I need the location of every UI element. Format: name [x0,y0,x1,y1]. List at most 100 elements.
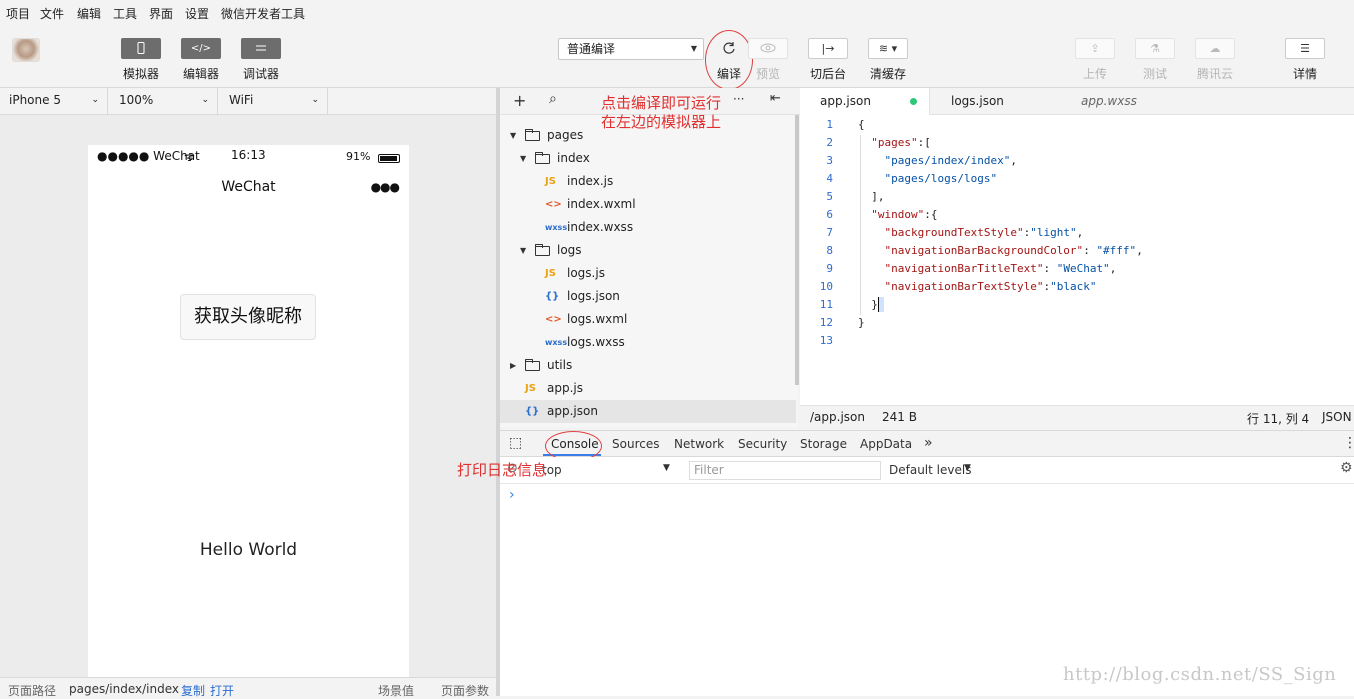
line-number: 10 [819,280,833,293]
tree-item-label: logs [557,243,582,257]
tree-item-label: utils [547,358,573,372]
page-params-button[interactable]: 页面参数 [441,682,489,699]
zoom-select[interactable]: 100% ⌄ [110,88,218,114]
sliders-icon [256,45,266,51]
debugger-toggle-button[interactable] [241,38,281,59]
folder-icon [535,152,550,164]
menu-file[interactable]: 文件 [40,5,64,22]
open-link[interactable]: 打开 [210,682,234,699]
test-button[interactable]: ⚗ [1135,38,1175,59]
network-select[interactable]: WiFi ⌄ [220,88,328,114]
tab-network[interactable]: Network [674,437,724,451]
switch-background-icon: |→ [821,42,835,55]
background-button[interactable]: |→ [808,38,848,59]
copy-link[interactable]: 复制 [181,682,205,699]
tree-item[interactable]: wxss index.wxss [500,216,796,239]
tab-app-wxss[interactable]: app.wxss [1061,88,1191,115]
upload-label: 上传 [1082,67,1107,81]
more-dots-icon[interactable]: ●●● [371,180,400,194]
simulator-toggle-button[interactable] [121,38,161,59]
console-prompt[interactable]: › [509,487,515,503]
line-number: 6 [826,208,833,221]
tree-item-label: logs.wxss [567,335,625,349]
menubar: 项目 文件 编辑 工具 界面 设置 微信开发者工具 [0,0,1354,25]
menu-project[interactable]: 项目 [6,5,30,22]
tree-item[interactable]: <> logs.wxml [500,308,796,331]
expand-arrow-icon[interactable]: ▼ [510,124,516,147]
console-filter-bar: ⊘ top ▼ Filter Default levels ▼ ⚙ [500,457,1354,484]
expand-arrow-icon[interactable]: ▼ [520,239,526,262]
tab-label: app.wxss [1081,94,1137,108]
collapse-panel-icon[interactable]: ⇤ [770,91,781,106]
tab-appdata[interactable]: AppData [860,437,912,451]
code-line: { [858,118,865,131]
search-icon[interactable]: ⌕ [549,91,557,107]
status-cursor[interactable]: 行 11, 列 4 [1247,410,1309,427]
code-line: "navigationBarTextStyle":"black" [884,280,1097,293]
tree-item[interactable]: ▼ index [500,147,796,170]
line-number: 8 [826,244,833,257]
compile-mode-select[interactable]: 普通编译 ▼ [558,38,704,60]
wxml-file-icon: <> [545,199,562,210]
collapse-arrow-icon[interactable]: ▶ [510,354,516,377]
tab-storage[interactable]: Storage [800,437,847,451]
menu-view[interactable]: 界面 [149,5,173,22]
menu-settings[interactable]: 设置 [185,5,209,22]
wxss-file-icon: wxss [545,338,568,347]
debugger-label: 调试器 [242,67,279,81]
get-userinfo-button[interactable]: 获取头像昵称 [180,294,316,340]
menu-edit[interactable]: 编辑 [77,5,101,22]
tree-item[interactable]: {} app.json [500,400,796,423]
user-avatar[interactable] [12,38,40,62]
menu-devtools[interactable]: 微信开发者工具 [221,5,305,22]
console-filter-input[interactable]: Filter [689,461,881,480]
file-tree: ▼ pages ▼ index JS index.js <> index.wxml wxss in… [500,115,798,427]
tree-item-label: logs.json [567,289,620,303]
line-number: 1 [826,118,833,131]
device-value: iPhone 5 [9,93,61,107]
preview-button[interactable] [748,38,788,59]
status-language[interactable]: JSON [1322,410,1352,424]
inspect-element-icon[interactable]: ⬚ [509,435,522,451]
details-button[interactable]: ☰ [1285,38,1325,59]
tab-logs-json[interactable]: logs.json [931,88,1061,115]
nav-title: WeChat [221,179,276,195]
file-tree-scrollbar[interactable] [795,115,799,385]
code-line: "window":{ [871,208,938,221]
toolbar: 模拟器 </> 编辑器 调试器 普通编译 ▼ 编译 预览 |→ 切后台 ≋ ▾ … [0,25,1354,90]
tab-app-json[interactable]: app.json [800,88,930,115]
tree-item-label: pages [547,128,584,142]
more-tabs-icon[interactable]: » [924,435,933,451]
tab-sources[interactable]: Sources [612,437,659,451]
more-icon[interactable]: ··· [733,92,744,106]
code-editor[interactable]: 1 {2 "pages":[3 "pages/index/index", 4 "pa… [800,115,1354,405]
line-number: 3 [826,154,833,167]
status-bar: ●●●●● WeChat ᯤ 16:13 91% [88,145,409,167]
kebab-menu-icon[interactable]: ⋮ [1343,435,1354,451]
line-number: 9 [826,262,833,275]
tree-item[interactable]: <> index.wxml [500,193,796,216]
line-number: 11 [819,298,833,311]
tree-item[interactable]: {} logs.json [500,285,796,308]
tree-item[interactable]: JS logs.js [500,262,796,285]
tree-item[interactable]: ▼ logs [500,239,796,262]
tree-item[interactable]: ▶ utils [500,354,796,377]
expand-arrow-icon[interactable]: ▼ [520,147,526,170]
tencent-cloud-button[interactable]: ☁ [1195,38,1235,59]
add-file-icon[interactable]: + [513,91,526,110]
tab-security[interactable]: Security [738,437,787,451]
log-levels-select[interactable]: Default levels [889,463,971,477]
tree-item[interactable]: wxss logs.wxss [500,331,796,354]
scene-button[interactable]: 场景值 [378,682,414,699]
background-label: 切后台 [809,67,846,81]
gear-icon[interactable]: ⚙ [1340,460,1353,476]
device-select[interactable]: iPhone 5 ⌄ [0,88,108,114]
editor-toggle-button[interactable]: </> [181,38,221,59]
tree-item[interactable]: JS app.js [500,377,796,400]
clear-cache-button[interactable]: ≋ ▾ [868,38,908,59]
menu-tools[interactable]: 工具 [113,5,137,22]
tree-item-label: app.json [547,404,598,418]
upload-button[interactable]: ⇪ [1075,38,1115,59]
simulator-area: ●●●●● WeChat ᯤ 16:13 91% WeChat ●●● 获取头像… [0,115,498,677]
tree-item[interactable]: JS index.js [500,170,796,193]
